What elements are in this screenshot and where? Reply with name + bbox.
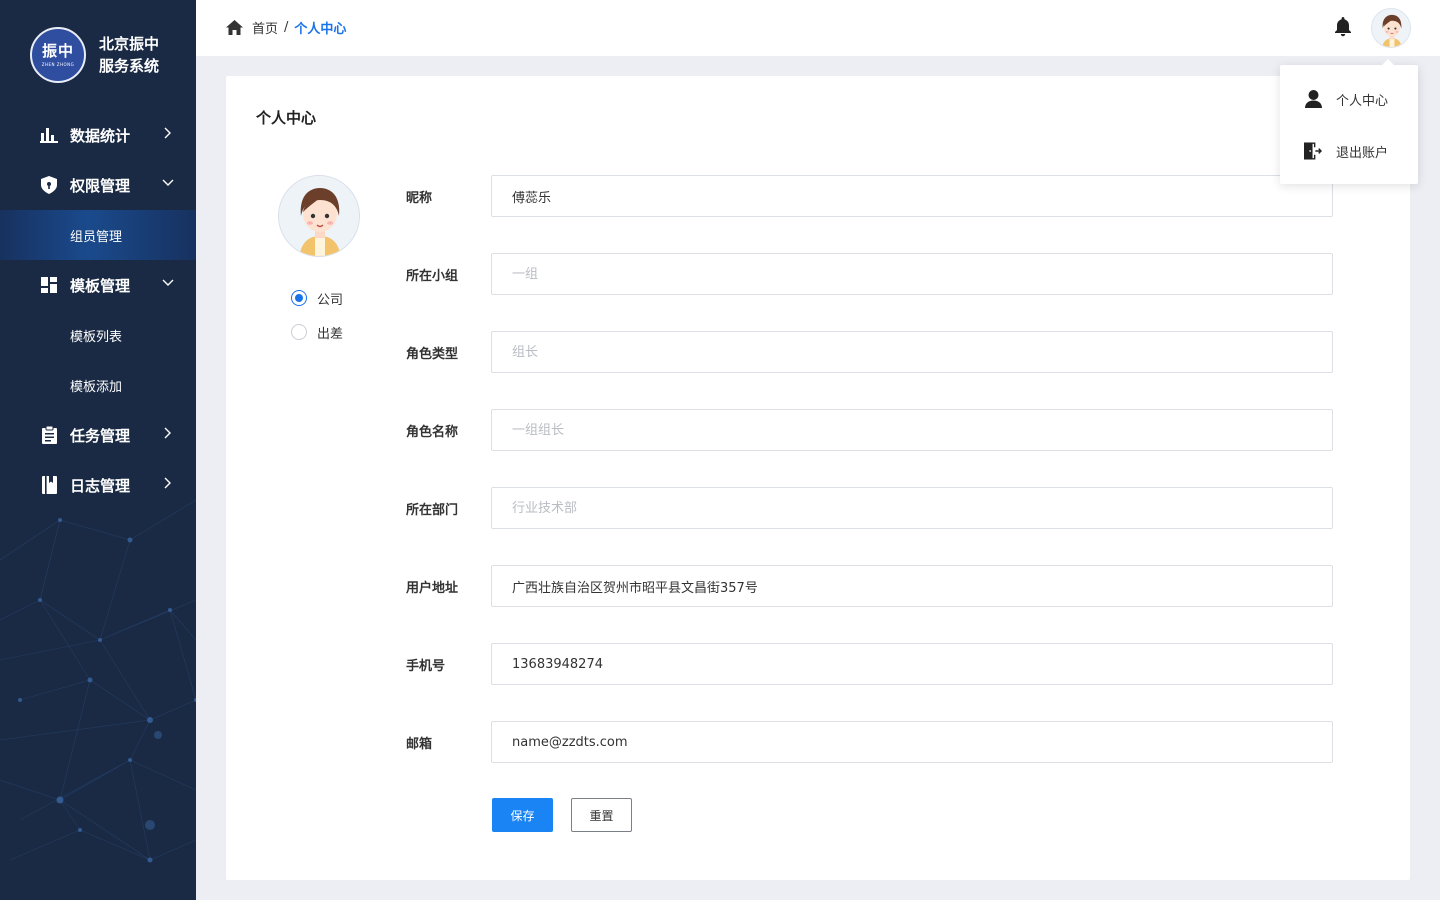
form-row-role-name: 角色名称 xyxy=(406,409,1333,451)
sidebar-item-templates[interactable]: 模板管理 xyxy=(0,260,196,310)
sidebar-item-label: 数据统计 xyxy=(70,126,131,145)
form-row-address: 用户地址 xyxy=(406,565,1333,607)
sidebar: 振中 ZHEN ZHONG 北京振中 服务系统 数据统计 权限管理 组员管理 模… xyxy=(0,0,196,900)
breadcrumb-current: 个人中心 xyxy=(294,22,347,37)
field-label: 用户地址 xyxy=(406,581,459,596)
form-row-department: 所在部门 xyxy=(406,487,1333,529)
dropdown-item-label: 退出账户 xyxy=(1336,145,1389,161)
radio-business-trip[interactable]: 出差 xyxy=(291,315,343,349)
user-icon xyxy=(1304,90,1322,108)
sidebar-item-label: 模板管理 xyxy=(70,276,131,295)
radio-label: 公司 xyxy=(317,292,344,308)
sidebar-subitem-template-list[interactable]: 模板列表 xyxy=(0,310,196,360)
chevron-right-icon xyxy=(162,477,174,489)
nickname-input[interactable] xyxy=(491,175,1333,217)
form-row-role-type: 角色类型 xyxy=(406,331,1333,373)
chevron-down-icon xyxy=(162,277,174,289)
chevron-down-icon xyxy=(162,177,174,189)
chevron-right-icon xyxy=(162,127,174,139)
sidebar-subitem-template-add[interactable]: 模板添加 xyxy=(0,360,196,410)
form-row-phone: 手机号 xyxy=(406,643,1333,685)
sidebar-item-label: 任务管理 xyxy=(70,426,131,445)
field-label: 所在部门 xyxy=(406,503,459,518)
sidebar-item-permissions[interactable]: 权限管理 xyxy=(0,160,196,210)
sidebar-menu: 数据统计 权限管理 组员管理 模板管理 模板列表 模板添加 任务管理 日志管理 xyxy=(0,110,196,510)
field-label: 手机号 xyxy=(406,659,446,674)
field-label: 所在小组 xyxy=(406,269,459,284)
brand: 振中 ZHEN ZHONG 北京振中 服务系统 xyxy=(30,27,159,83)
sidebar-item-data-stats[interactable]: 数据统计 xyxy=(0,110,196,160)
radio-office[interactable]: 公司 xyxy=(291,281,343,315)
avatar-illustration xyxy=(1372,9,1410,47)
form-row-nickname: 昵称 xyxy=(406,175,1333,217)
dropdown-item-logout[interactable]: 退出账户 xyxy=(1280,125,1418,177)
phone-input[interactable] xyxy=(491,643,1333,685)
chevron-right-icon xyxy=(162,427,174,439)
reset-button[interactable]: 重置 xyxy=(571,798,632,832)
form-row-email: 邮箱 xyxy=(406,721,1333,763)
breadcrumb-home-link[interactable]: 首页 xyxy=(252,18,278,37)
grid-icon xyxy=(40,276,58,294)
home-icon[interactable] xyxy=(226,20,243,35)
sidebar-subitem-member-management[interactable]: 组员管理 xyxy=(0,210,196,260)
save-button[interactable]: 保存 xyxy=(492,798,553,832)
field-label: 角色类型 xyxy=(406,347,459,362)
breadcrumb: 首页 / 个人中心 xyxy=(226,18,346,37)
bar-chart-icon xyxy=(40,126,58,144)
status-radio-group: 公司 出差 xyxy=(291,281,343,349)
department-input[interactable] xyxy=(491,487,1333,529)
sidebar-item-label: 日志管理 xyxy=(70,476,131,495)
dropdown-item-profile[interactable]: 个人中心 xyxy=(1280,73,1418,125)
clipboard-icon xyxy=(40,426,58,444)
breadcrumb-separator: / xyxy=(284,20,289,35)
sidebar-item-label: 权限管理 xyxy=(70,176,131,195)
role-type-input[interactable] xyxy=(491,331,1333,373)
brand-name-line2: 服务系统 xyxy=(99,57,160,75)
brand-name-line1: 北京振中 xyxy=(99,35,160,53)
email-input[interactable] xyxy=(491,721,1333,763)
profile-avatar[interactable] xyxy=(278,175,360,257)
address-input[interactable] xyxy=(491,565,1333,607)
logo-text: 振中 xyxy=(41,42,74,60)
avatar-illustration xyxy=(279,176,359,256)
sidebar-item-tasks[interactable]: 任务管理 xyxy=(0,410,196,460)
user-avatar-button[interactable] xyxy=(1371,8,1411,48)
radio-circle-checked[interactable] xyxy=(291,290,307,306)
user-dropdown-menu: 个人中心 退出账户 xyxy=(1280,59,1418,184)
field-label: 邮箱 xyxy=(406,737,433,752)
group-input[interactable] xyxy=(491,253,1333,295)
bell-icon[interactable] xyxy=(1334,17,1354,39)
radio-circle[interactable] xyxy=(291,324,307,340)
brand-logo: 振中 ZHEN ZHONG xyxy=(30,27,86,83)
field-label: 昵称 xyxy=(406,191,433,206)
profile-card: 个人中心 公司 出差 昵称 所在小组 角色类 xyxy=(226,76,1410,880)
sidebar-item-logs[interactable]: 日志管理 xyxy=(0,460,196,510)
shield-icon xyxy=(40,176,58,194)
role-name-input[interactable] xyxy=(491,409,1333,451)
logout-icon xyxy=(1304,142,1322,160)
dropdown-item-label: 个人中心 xyxy=(1336,93,1389,109)
book-icon xyxy=(40,476,58,494)
page-title: 个人中心 xyxy=(256,109,317,127)
brand-name: 北京振中 服务系统 xyxy=(99,33,159,77)
field-label: 角色名称 xyxy=(406,425,459,440)
form-row-group: 所在小组 xyxy=(406,253,1333,295)
top-header: 首页 / 个人中心 xyxy=(196,0,1440,56)
logo-subtext: ZHEN ZHONG xyxy=(41,62,75,67)
radio-label: 出差 xyxy=(317,326,344,342)
